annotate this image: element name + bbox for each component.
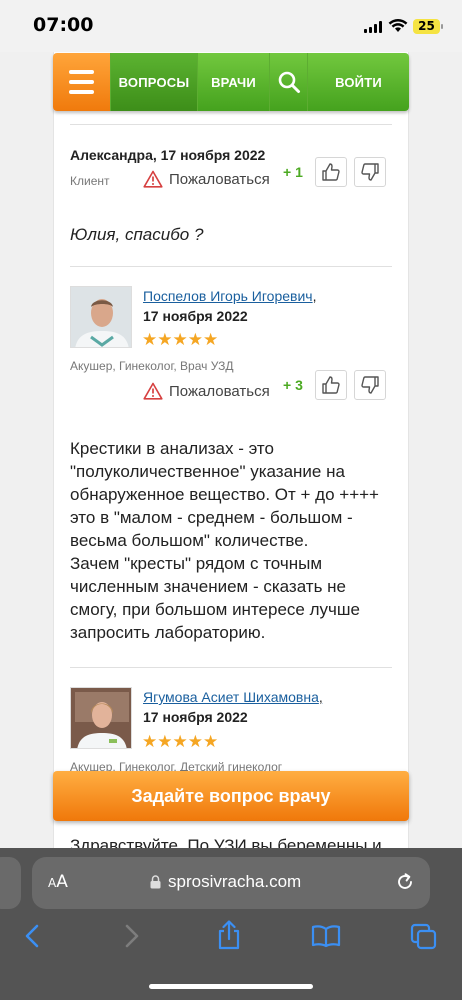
doctor-specialty: Акушер, Гинеколог, Врач УЗД (70, 359, 234, 373)
previous-tab[interactable] (0, 857, 21, 909)
home-indicator (149, 984, 313, 989)
answer-line: Крестики в анализах - это (70, 439, 274, 458)
top-nav: ВОПРОСЫ ВРАЧИ ВОЙТИ (53, 53, 409, 111)
back-icon[interactable] (22, 924, 44, 948)
comment-role: Клиент (70, 174, 110, 188)
doctor-name-link[interactable]: Ягумова Асиет Шихамовна, (143, 689, 323, 705)
warning-icon (143, 170, 163, 188)
doctor-avatar[interactable] (70, 687, 132, 749)
thumbs-down-icon (361, 376, 379, 394)
like-button[interactable] (315, 370, 347, 400)
lock-icon (150, 875, 161, 889)
divider (70, 667, 392, 668)
answer-line: Зачем "кресты" рядом с точным (70, 554, 323, 573)
nav-search-button[interactable] (269, 53, 307, 111)
rating-stars: ★★★★★ (142, 330, 219, 349)
warning-icon (143, 382, 163, 400)
dislike-button[interactable] (354, 157, 386, 187)
nav-doctors[interactable]: ВРАЧИ (197, 53, 269, 111)
comment-text: Юлия, спасибо ? (70, 225, 204, 244)
answer-line: смогу, при большом интересе лучше (70, 600, 360, 619)
rating-stars: ★★★★★ (142, 732, 219, 751)
browser-toolbar: AA sprosivracha.com (0, 848, 462, 1000)
ask-doctor-button[interactable]: Задайте вопрос врачу (53, 771, 409, 821)
battery-icon: 25 (413, 19, 443, 34)
answer-date: 17 ноября 2022 (143, 308, 248, 324)
doctor-name-link[interactable]: Поспелов Игорь Игоревич, (143, 288, 316, 304)
answer-date: 17 ноября 2022 (143, 709, 248, 725)
divider (70, 124, 392, 125)
vote-count: + 3 (283, 377, 303, 393)
divider (70, 266, 392, 267)
reader-settings-button[interactable]: AA (48, 872, 68, 892)
thumbs-up-icon (322, 376, 340, 394)
complain-label: Пожаловаться (169, 382, 270, 400)
dislike-button[interactable] (354, 370, 386, 400)
answer-line: численным значением - сказать не (70, 577, 347, 596)
comment-author: Александра, 17 ноября 2022 (70, 147, 266, 163)
complain-label: Пожаловаться (169, 170, 270, 188)
nav-questions[interactable]: ВОПРОСЫ (110, 53, 197, 111)
menu-button[interactable] (53, 53, 110, 111)
answer-line: весьма большом" количестве. (70, 531, 309, 550)
tabs-icon[interactable] (410, 923, 438, 951)
doctor-avatar[interactable] (70, 286, 132, 348)
complain-link[interactable]: Пожаловаться (143, 170, 270, 188)
answer-line: запросить лабораторию. (70, 623, 266, 642)
forward-icon[interactable] (120, 924, 142, 948)
cellular-signal-icon (364, 21, 382, 33)
nav-login[interactable]: ВОЙТИ (307, 53, 409, 111)
answer-text: Крестики в анализах - это "полуколичеств… (70, 437, 390, 644)
address-bar[interactable]: AA sprosivracha.com (32, 857, 430, 909)
thumbs-down-icon (361, 163, 379, 181)
status-bar: 07:00 25 (0, 0, 462, 52)
share-icon[interactable] (216, 920, 242, 950)
wifi-icon (388, 18, 408, 32)
complain-link[interactable]: Пожаловаться (143, 382, 270, 400)
thumbs-up-icon (322, 163, 340, 181)
like-button[interactable] (315, 157, 347, 187)
url-field[interactable]: sprosivracha.com (150, 872, 301, 892)
answer-line: "полуколичественное" указание на (70, 462, 345, 481)
answer-line: это в "малом - среднем - большом - (70, 508, 353, 527)
vote-count: + 1 (283, 164, 303, 180)
answer-line: обнаруженное вещество. От + до ++++ (70, 485, 379, 504)
reload-icon[interactable] (394, 871, 416, 893)
url-text: sprosivracha.com (168, 872, 302, 891)
search-icon (278, 71, 300, 93)
bookmarks-icon[interactable] (311, 924, 341, 948)
status-time: 07:00 (33, 14, 94, 36)
